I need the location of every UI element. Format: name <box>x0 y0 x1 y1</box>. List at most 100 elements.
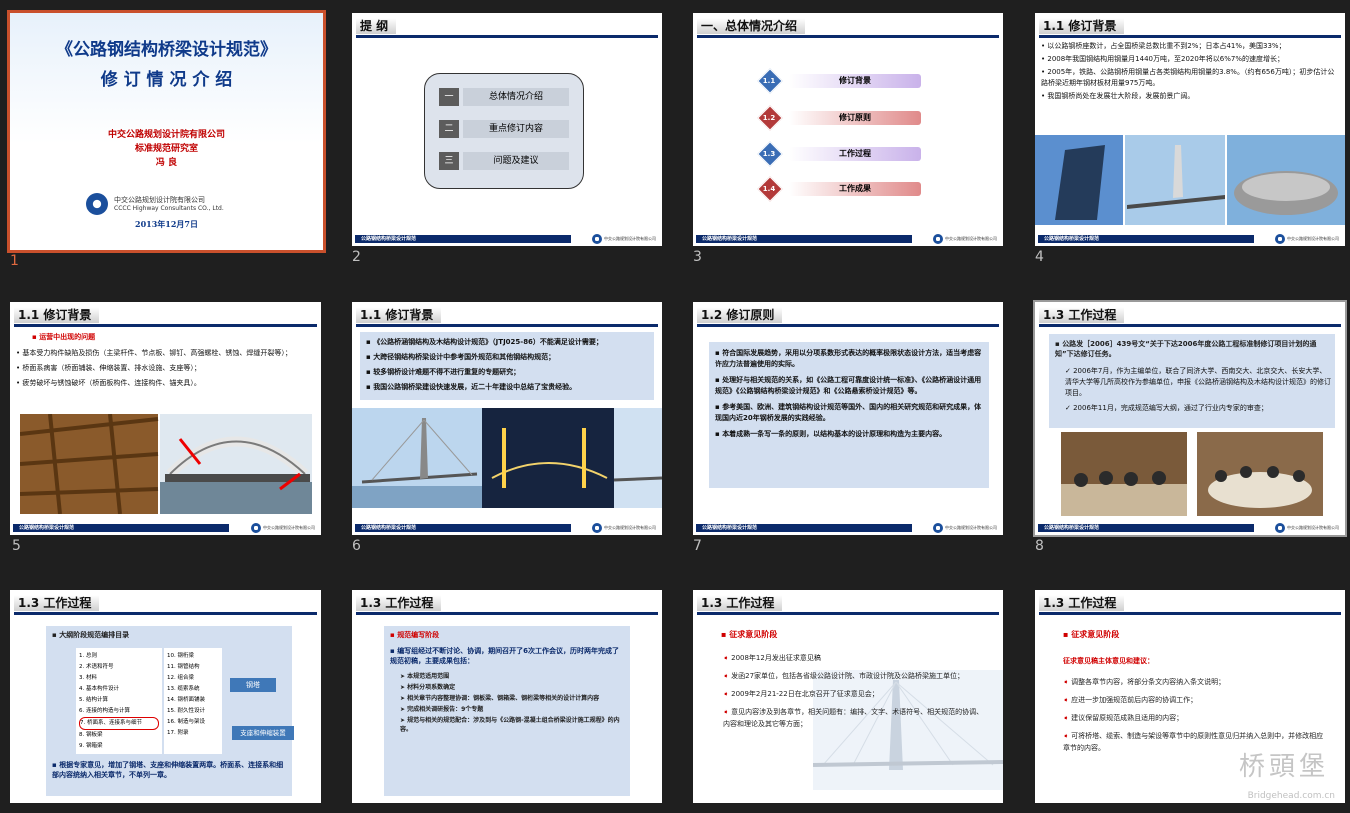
bullet-text: 参考美国、欧洲、建筑钢结构设计规范等国外、国内的相关研究规范和研究成果，体现国内… <box>715 403 982 422</box>
outline-item-2: 二 重点修订内容 <box>439 120 569 138</box>
section-label: 修订原则 <box>789 111 921 125</box>
company-logo-icon <box>933 234 943 244</box>
lead-text-content: 公路发［2006］439号文“关于下达2006年度公路工程标准制修订项目计划的通… <box>1055 340 1317 358</box>
slide-header-title: 1.1 修订背景 <box>14 307 100 323</box>
bullet-text: 2005年，铁路、公路钢桥用钢量占各类钢结构用钢量的3.8%。（约有656万吨）… <box>1041 68 1335 87</box>
bullet-list: ▪ 符合国际发展趋势，采用以分项系数形式表达的概率极限状态设计方法，适当考虑容许… <box>715 349 982 438</box>
company-logo-icon <box>251 523 261 533</box>
company-logo-icon <box>1275 234 1285 244</box>
slide-thumbnail-6[interactable]: 1.1 修订背景 ▪ 《公路桥涵钢结构及木结构设计规范》（JTJ025-86）不… <box>352 302 662 554</box>
slide-thumbnail-11[interactable]: 1.3 工作过程 ▪ 征求意见阶段 ➧ 2008年12月发出征求意见稿 ➧ 发函… <box>693 590 1003 803</box>
slide-thumbnail-5[interactable]: 1.1 修订背景 ▪ 运营中出现的问题 • 基本受力构件缺陷及损伤（主梁杆件、节… <box>10 302 321 554</box>
bullet-text: 2008年我国钢结构用钢量月1440万吨，至2020年将以6%7%的速度增长； <box>1047 55 1285 63</box>
footer-logo: 中交公路规划设计院有限公司 <box>251 523 315 533</box>
slide-number: 7 <box>693 538 702 554</box>
slide-header-title: 1.3 工作过程 <box>356 595 442 611</box>
footer-bar: 公路钢结构桥梁设计规范 <box>1038 524 1254 532</box>
outline-item-1: 一 总体情况介绍 <box>439 88 569 106</box>
slide-thumbnail-8[interactable]: 1.3 工作过程 ▪ 公路发［2006］439号文“关于下达2006年度公路工程… <box>1035 302 1345 554</box>
section-head-text: 大纲阶段规范编排目录 <box>59 631 130 639</box>
footer-bar: 公路钢结构桥梁设计规范 <box>696 235 912 243</box>
footer-logo: 中交公路规划设计院有限公司 <box>1275 234 1339 244</box>
toc-entry: 13. 缆索系统 <box>167 686 200 692</box>
outline-label: 重点修订内容 <box>463 120 569 138</box>
bullet-text: 疲劳破坏与锈蚀破坏（桥面板构件、连接构件、锚夹具）。 <box>22 379 201 387</box>
slide-number: 2 <box>352 249 361 265</box>
list-item: 本规范适用范围 <box>407 673 450 680</box>
outline-number: 一 <box>439 88 459 106</box>
item-list: ➧ 调整各章节内容，将部分条文内容纳入条文说明； ➧ 应进一步加强规范前后内容的… <box>1063 678 1324 752</box>
footer-logo-text: 中交公路规划设计院有限公司 <box>1287 525 1339 530</box>
check-list: ✓ 2006年7月，作为主编单位，联合了同济大学、西南交大、北京交大、长安大学、… <box>1065 367 1331 412</box>
tag-bearing: 支座和伸缩装置 <box>232 726 294 740</box>
outline-box: 一 总体情况介绍 二 重点修订内容 三 问题及建议 <box>424 73 584 189</box>
slide-thumbnail-9[interactable]: 1.3 工作过程 ▪ 大纲阶段规范编排目录 1. 总则 2. 术语和符号 3. … <box>10 590 321 803</box>
bullet-list: • 基本受力构件缺陷及损伤（主梁杆件、节点板、铆钉、高强螺栓、锈蚀、焊缝开裂等）… <box>16 349 292 387</box>
toc-entry: 14. 钢桥面铺装 <box>167 697 205 703</box>
header-rule <box>356 35 658 38</box>
slide-thumbnail-2[interactable]: 提 纲 一 总体情况介绍 二 重点修订内容 三 问题及建议 公路钢结构桥梁设计规… <box>352 13 662 265</box>
section-head: ▪ 大纲阶段规范编排目录 <box>52 631 130 639</box>
section-number: 1.1 <box>762 77 776 85</box>
section-item-1-1: 1.1 修订背景 <box>757 68 927 94</box>
bullet-text: 大跨径钢结构桥梁设计中参考国外规范和其他钢结构规范； <box>373 353 556 361</box>
list-item: 应进一步加强规范前后内容的协调工作； <box>1071 696 1198 704</box>
list-item: 规范与相关的规范配合：涉及到与《公路钢-混凝土组合桥梁设计施工规程》的内容。 <box>400 717 620 733</box>
company-logo-icon <box>592 234 602 244</box>
toc-entry: 11. 钢管结构 <box>167 664 200 670</box>
bullet-text: 以公路钢桥座数计，占全国桥梁总数比重不到2%；日本占41%，美国33%； <box>1047 42 1286 50</box>
bullet-text: 我国钢桥尚处在发展壮大阶段，发展前景广阔。 <box>1047 92 1195 100</box>
slide-thumbnail-12[interactable]: 1.3 工作过程 ▪ 征求意见阶段 征求意见稿主体意见和建议： ➧ 调整各章节内… <box>1035 590 1345 803</box>
footer-bar: 公路钢结构桥梁设计规范 <box>355 235 571 243</box>
bullet-text: 我国公路钢桥梁建设快速发展，近二十年建设中总结了宝贵经验。 <box>373 383 577 391</box>
toc-column-2: 10. 钢桁梁 11. 钢管结构 12. 组合梁 13. 缆索系统 14. 钢桥… <box>164 648 222 754</box>
toc-entry: 6. 连接的构造与计算 <box>79 708 130 714</box>
toc-entry: 9. 钢箱梁 <box>79 743 103 749</box>
slide-footer: 公路钢结构桥梁设计规范 中交公路规划设计院有限公司 <box>1035 520 1345 535</box>
toc-entry: 12. 组合梁 <box>167 675 194 681</box>
section-number: 1.4 <box>762 185 776 193</box>
list-item: 意见内容涉及到各章节，相关问题有：编排、文字、术语符号、相关规范的协调、内容和理… <box>723 708 984 728</box>
slide-thumbnail-3[interactable]: 一、总体情况介绍 1.1 修订背景 1.2 修订原则 1.3 工作过程 1.4 … <box>693 13 1003 265</box>
damage-photo <box>20 414 312 514</box>
toc-entry: 17. 附录 <box>167 730 189 736</box>
content-box: ▪ 大纲阶段规范编排目录 1. 总则 2. 术语和符号 3. 材料 4. 基本构… <box>46 626 292 796</box>
header-rule <box>697 612 999 615</box>
footer-logo-text: 中交公路规划设计院有限公司 <box>604 236 656 241</box>
bullet-text: 《公路桥涵钢结构及木结构设计规范》（JTJ025-86）不能满足设计需要； <box>373 338 603 346</box>
slide-subtitle: 修 订 情 况 介 绍 <box>100 70 233 90</box>
footer-logo-text: 中交公路规划设计院有限公司 <box>1287 236 1339 241</box>
section-head-text: 征求意见阶段 <box>1071 630 1120 639</box>
sub-head: 征求意见稿主体意见和建议： <box>1063 657 1154 665</box>
slide-canvas: 1.1 修订背景 ▪ 《公路桥涵钢结构及木结构设计规范》（JTJ025-86）不… <box>352 302 662 535</box>
check-text: 2006年11月，完成规范编写大纲，通过了行业内专家的审查； <box>1073 404 1268 412</box>
slide-thumbnail-4[interactable]: 1.1 修订背景 • 以公路钢桥座数计，占全国桥梁总数比重不到2%；日本占41%… <box>1035 13 1345 265</box>
company-logo-icon <box>933 523 943 533</box>
note-text: ▪ 根据专家意见，增加了钢塔、支座和伸缩装置两章。桥面系、连接系和细部内容统纳入… <box>52 761 284 779</box>
section-head: ▪ 征求意见阶段 <box>721 630 778 639</box>
slide-header-title: 1.3 工作过程 <box>1039 595 1125 611</box>
slide-header-title: 1.1 修订背景 <box>1039 18 1125 34</box>
slide-thumbnail-7[interactable]: 1.2 修订原则 ▪ 符合国际发展趋势，采用以分项系数形式表达的概率极限状态设计… <box>693 302 1003 554</box>
list-item: 材料分项系数确定 <box>407 684 456 691</box>
outline-number: 二 <box>439 120 459 138</box>
bullet-text: 基本受力构件缺陷及损伤（主梁杆件、节点板、铆钉、高强螺栓、锈蚀、焊缝开裂等）； <box>22 349 292 357</box>
list-item: 2008年12月发出征求意见稿 <box>731 654 821 662</box>
slide-thumbnail-10[interactable]: 1.3 工作过程 ▪ 规范编写阶段 ▪ 编写组经过不断讨论、协调，期间召开了6次… <box>352 590 662 803</box>
section-item-1-3: 1.3 工作过程 <box>757 141 927 167</box>
section-head: ▪ 规范编写阶段 <box>390 631 440 639</box>
header-rule <box>1039 35 1341 38</box>
slide-title: 《公路钢结构桥梁设计规范》 <box>56 40 277 60</box>
toc-entry: 1. 总则 <box>79 653 97 659</box>
logo-cn-text: 中交公路规划设计院有限公司 <box>114 196 205 204</box>
toc-column-1: 1. 总则 2. 术语和符号 3. 材料 4. 基本构件设计 5. 结构计算 6… <box>76 648 162 754</box>
list-item: 调整各章节内容，将部分条文内容纳入条文说明； <box>1071 678 1226 686</box>
list-item: 2009年2月21-22日在北京召开了征求意见会； <box>731 690 879 698</box>
lead-text: ▪ 公路发［2006］439号文“关于下达2006年度公路工程标准制修订项目计划… <box>1055 340 1317 358</box>
slide-thumbnail-1[interactable]: 《公路钢结构桥梁设计规范》 修 订 情 况 介 绍 中交公路规划设计院有限公司 … <box>10 13 323 269</box>
slide-footer: 公路钢结构桥梁设计规范 中交公路规划设计院有限公司 <box>693 520 1003 535</box>
slide-footer: 公路钢结构桥梁设计规范 中交公路规划设计院有限公司 <box>1035 231 1345 246</box>
footer-bar: 公路钢结构桥梁设计规范 <box>355 524 571 532</box>
slide-header-title: 1.3 工作过程 <box>1039 307 1125 323</box>
bullet-text: 较多钢桥设计难题不得不进行重复的专题研究； <box>373 368 521 376</box>
